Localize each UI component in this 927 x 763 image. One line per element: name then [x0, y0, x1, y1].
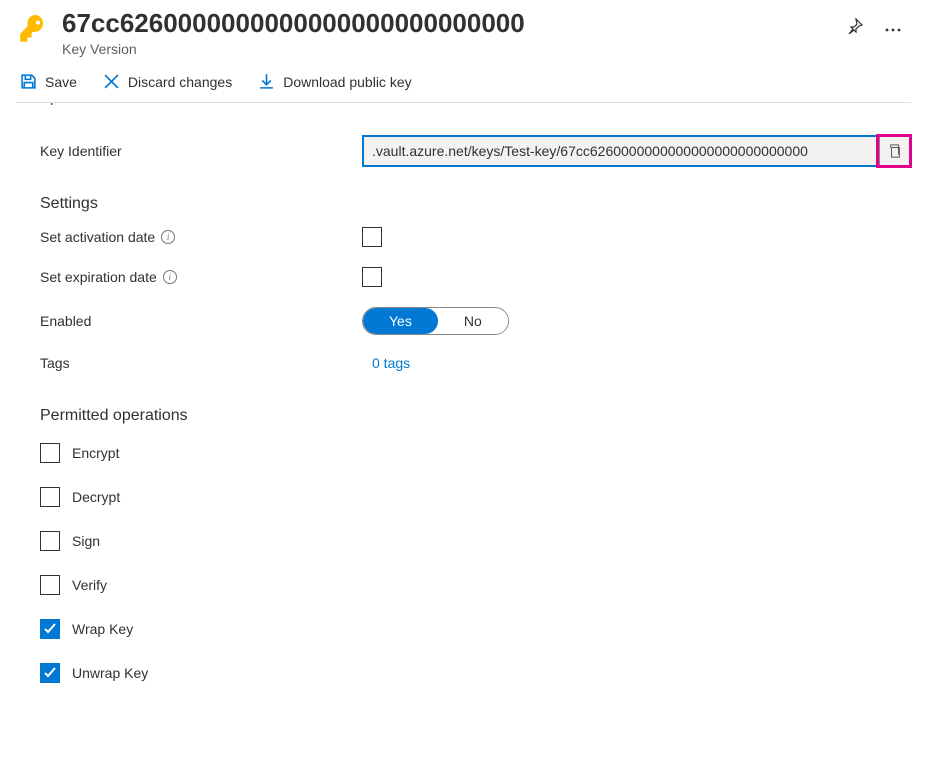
info-icon[interactable]: i	[163, 270, 177, 284]
expiration-date-checkbox[interactable]	[362, 267, 382, 287]
download-icon	[258, 73, 275, 90]
info-icon[interactable]: i	[161, 230, 175, 244]
expiration-date-row: Set expiration date i	[40, 257, 911, 297]
page-subtitle: Key Version	[62, 41, 833, 57]
updated-row-partial: Updated	[40, 103, 911, 113]
settings-heading: Settings	[40, 177, 911, 217]
operation-checkbox[interactable]	[40, 619, 60, 639]
enabled-no-option[interactable]: No	[438, 308, 508, 334]
operation-label: Encrypt	[72, 445, 119, 461]
save-icon	[20, 73, 37, 90]
permitted-operations-heading: Permitted operations	[40, 381, 911, 429]
page-title: 67cc6260000000000000000000000000	[62, 8, 833, 39]
toolbar: Save Discard changes Download public key	[16, 63, 911, 103]
tags-link[interactable]: 0 tags	[362, 355, 410, 371]
operation-row: Sign	[40, 519, 911, 563]
copy-button[interactable]	[879, 137, 909, 165]
operation-label: Wrap Key	[72, 621, 133, 637]
pin-button[interactable]	[845, 16, 865, 39]
key-identifier-field-wrap	[362, 135, 911, 167]
enabled-yes-option[interactable]: Yes	[363, 308, 438, 334]
key-identifier-input[interactable]	[364, 137, 879, 165]
key-identifier-label: Key Identifier	[40, 143, 350, 159]
operation-checkbox[interactable]	[40, 487, 60, 507]
copy-icon	[888, 144, 902, 158]
enabled-toggle: Yes No	[362, 307, 509, 335]
operation-label: Sign	[72, 533, 100, 549]
activation-date-checkbox[interactable]	[362, 227, 382, 247]
operation-row: Verify	[40, 563, 911, 607]
content-area: Updated Key Identifier Settings Set acti…	[16, 103, 911, 695]
key-identifier-row: Key Identifier	[40, 113, 911, 177]
operation-label: Decrypt	[72, 489, 120, 505]
ellipsis-icon	[885, 28, 901, 32]
operation-label: Unwrap Key	[72, 665, 148, 681]
operation-row: Unwrap Key	[40, 651, 911, 695]
expiration-date-label: Set expiration date	[40, 269, 157, 285]
activation-date-row: Set activation date i	[40, 217, 911, 257]
permitted-operations-list: Encrypt Decrypt Sign Verify Wrap Key Unwrap K…	[40, 429, 911, 695]
tags-label: Tags	[40, 355, 350, 371]
save-button[interactable]: Save	[16, 71, 81, 92]
close-icon	[103, 73, 120, 90]
more-button[interactable]	[883, 18, 903, 37]
key-icon	[16, 8, 50, 49]
operation-checkbox[interactable]	[40, 531, 60, 551]
operation-checkbox[interactable]	[40, 663, 60, 683]
operation-row: Decrypt	[40, 475, 911, 519]
tags-row: Tags 0 tags	[40, 345, 911, 381]
download-button[interactable]: Download public key	[254, 71, 415, 92]
enabled-label: Enabled	[40, 313, 350, 329]
page-header: 67cc6260000000000000000000000000 Key Ver…	[16, 8, 911, 63]
operation-checkbox[interactable]	[40, 443, 60, 463]
pin-icon	[847, 18, 863, 34]
discard-button[interactable]: Discard changes	[99, 71, 236, 92]
operation-row: Wrap Key	[40, 607, 911, 651]
enabled-row: Enabled Yes No	[40, 297, 911, 345]
activation-date-label: Set activation date	[40, 229, 155, 245]
operation-row: Encrypt	[40, 431, 911, 475]
operation-label: Verify	[72, 577, 107, 593]
operation-checkbox[interactable]	[40, 575, 60, 595]
